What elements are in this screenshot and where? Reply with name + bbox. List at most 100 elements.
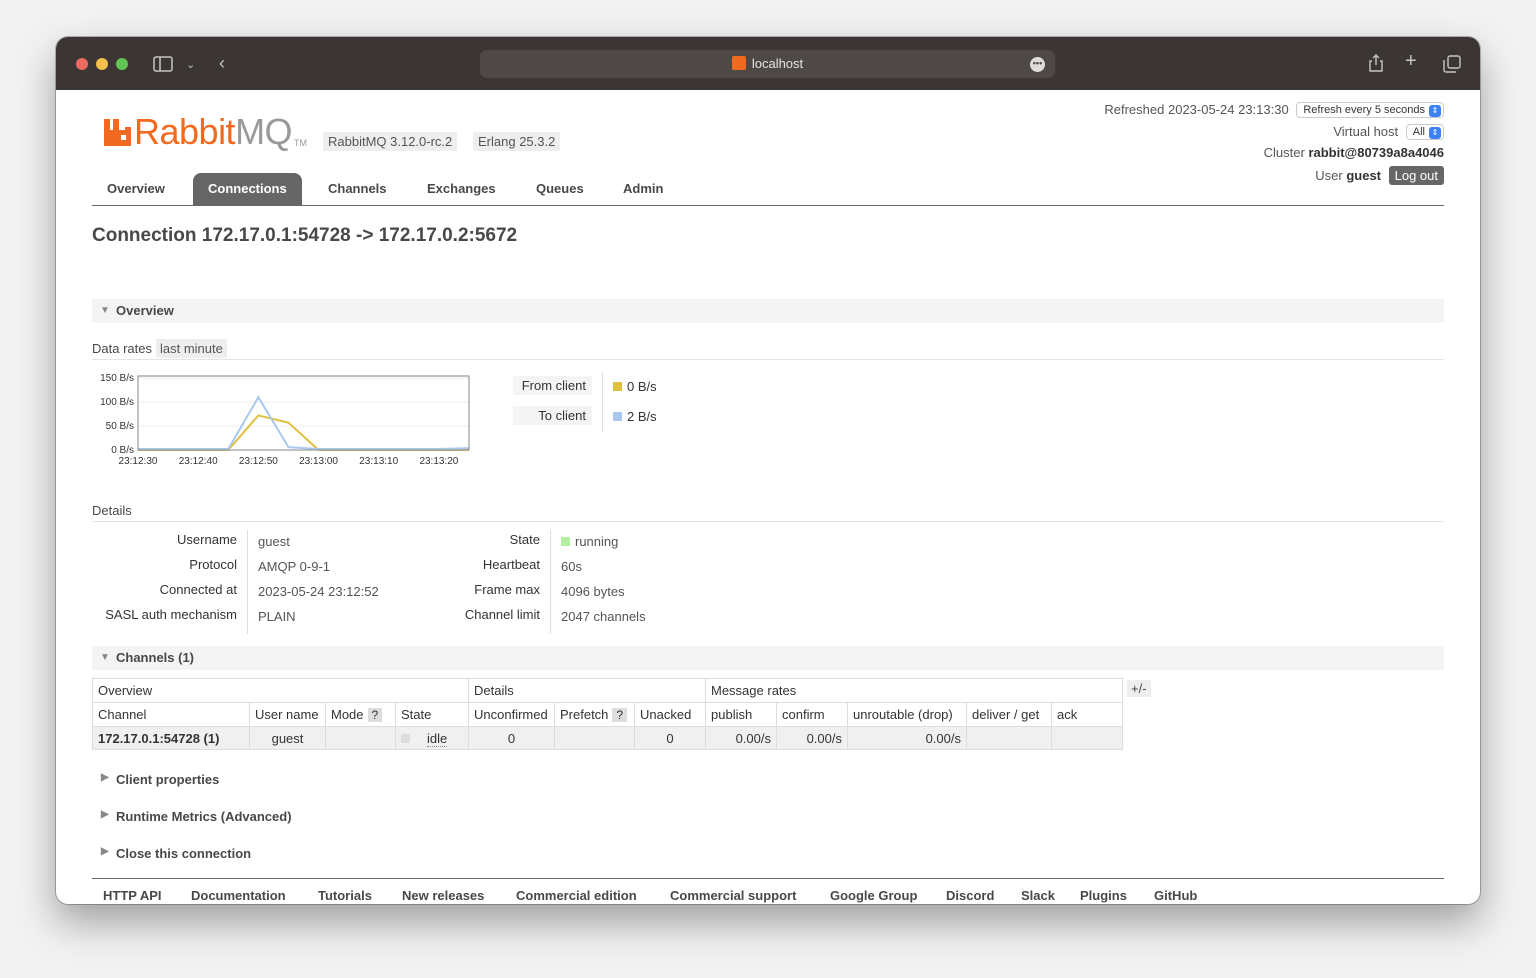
col-user-name[interactable]: User name [249, 702, 326, 727]
cell-confirm: 0.00/s [776, 726, 848, 750]
back-arrow-icon[interactable]: ‹ [219, 54, 225, 72]
footer-link-google-group[interactable]: Google Group [830, 888, 917, 903]
detail-value: 4096 bytes [561, 584, 625, 599]
version-badge: RabbitMQ 3.12.0-rc.2 [323, 132, 458, 151]
col-ack[interactable]: ack [1051, 702, 1123, 727]
rabbitmq-logo-text: RabbitMQ [134, 111, 293, 152]
group-header-message-rates: Message rates [705, 678, 1123, 703]
col-publish[interactable]: publish [705, 702, 777, 727]
x-tick-label: 23:12:30 [119, 456, 158, 467]
new-tab-icon[interactable]: + [1405, 51, 1417, 71]
main-tabs: Overview Connections Channels Exchanges … [92, 173, 1444, 206]
footer-link-plugins[interactable]: Plugins [1080, 888, 1127, 903]
y-tick-label: 0 B/s [111, 445, 134, 456]
sidebar-icon[interactable] [153, 56, 173, 76]
footer-link-documentation[interactable]: Documentation [191, 888, 286, 903]
close-window-button[interactable] [76, 58, 88, 70]
col-channel[interactable]: Channel [92, 702, 250, 727]
tab-overview-icon[interactable] [1443, 55, 1461, 77]
more-icon[interactable]: ••• [1030, 57, 1045, 72]
footer-link-github[interactable]: GitHub [1154, 888, 1197, 903]
range-select[interactable]: last minute [155, 339, 227, 358]
y-tick-label: 150 B/s [100, 373, 134, 384]
help-button[interactable]: ? [367, 708, 383, 722]
tab-queues[interactable]: Queues [521, 173, 599, 205]
x-tick-label: 23:13:00 [299, 456, 338, 467]
refresh-interval-select[interactable]: Refresh every 5 seconds ⇕ [1296, 102, 1444, 118]
col-state[interactable]: State [395, 702, 469, 727]
minimize-window-button[interactable] [96, 58, 108, 70]
refreshed-time: 2023-05-24 23:13:30 [1167, 102, 1289, 117]
vhost-select[interactable]: All ⇕ [1405, 124, 1444, 140]
overview-section-header[interactable]: ▼ Overview [92, 299, 1444, 323]
footer-link-tutorials[interactable]: Tutorials [318, 888, 372, 903]
url-text: localhost [751, 56, 804, 71]
runtime-metrics-section[interactable]: ▶ Runtime Metrics (Advanced) [92, 809, 292, 824]
footer-link-commercial-support[interactable]: Commercial support [670, 888, 796, 903]
cell-unconfirmed: 0 [468, 726, 555, 750]
tab-exchanges[interactable]: Exchanges [412, 173, 511, 205]
footer-link-commercial-edition[interactable]: Commercial edition [516, 888, 637, 903]
channels-section-header[interactable]: ▼ Channels (1) [92, 646, 1444, 670]
detail-label: Username [177, 532, 237, 547]
caret-right-icon: ▶ [101, 809, 109, 820]
col-confirm[interactable]: confirm [776, 702, 848, 727]
select-arrows-icon: ⇕ [1429, 105, 1441, 117]
client-properties-section[interactable]: ▶ Client properties [92, 772, 219, 787]
to-client-line [138, 395, 470, 451]
help-button[interactable]: ? [612, 708, 628, 722]
tab-overview[interactable]: Overview [92, 173, 180, 205]
vhost-row: Virtual host All ⇕ [1333, 124, 1444, 140]
to-client-swatch [613, 412, 622, 421]
x-tick-label: 23:13:10 [359, 456, 398, 467]
col-prefetch[interactable]: Prefetch? [554, 702, 635, 727]
columns-toggle-button[interactable]: +/- [1127, 680, 1151, 697]
tab-admin[interactable]: Admin [608, 173, 678, 205]
x-tick-label: 23:12:40 [179, 456, 218, 467]
cell-prefetch [554, 726, 635, 750]
browser-titlebar: ⌄ ‹ localhost ••• + [56, 37, 1480, 90]
idle-state-swatch [401, 733, 410, 743]
channels-table: Overview Details Message rates Channel U… [92, 678, 1123, 750]
tab-connections[interactable]: Connections [193, 173, 302, 205]
caret-down-icon: ▼ [100, 305, 110, 316]
footer-link-discord[interactable]: Discord [946, 888, 994, 903]
footer-link-new-releases[interactable]: New releases [402, 888, 484, 903]
address-bar[interactable]: localhost ••• [480, 50, 1055, 78]
cluster-name: rabbit@80739a8a4046 [1308, 145, 1444, 160]
legend-from-client: From client [513, 376, 592, 395]
chart-frame [137, 375, 470, 451]
y-tick-label: 50 B/s [106, 421, 134, 432]
cell-unroutable: 0.00/s [847, 726, 967, 750]
col-unconfirmed[interactable]: Unconfirmed [468, 702, 555, 727]
data-rates-chart: 150 B/s 100 B/s 50 B/s 0 B/s23:12:30 23:12:4… [100, 373, 470, 467]
details-divider [247, 530, 248, 634]
detail-value: 2023-05-24 23:12:52 [258, 584, 379, 599]
footer-link-slack[interactable]: Slack [1021, 888, 1055, 903]
close-connection-section[interactable]: ▶ Close this connection [92, 846, 251, 861]
detail-label: Protocol [189, 557, 237, 572]
page-title: Connection 172.17.0.1:54728 -> 172.17.0.… [92, 225, 518, 246]
col-mode[interactable]: Mode? [325, 702, 396, 727]
rabbitmq-favicon-icon [731, 56, 746, 70]
chevron-down-icon[interactable]: ⌄ [186, 57, 195, 73]
col-deliver-get[interactable]: deliver / get [966, 702, 1052, 727]
rabbitmq-logo-icon[interactable] [104, 119, 131, 146]
footer-link-http-api[interactable]: HTTP API [103, 888, 162, 903]
x-tick-label: 23:13:20 [419, 456, 458, 467]
channel-link[interactable]: 172.17.0.1:54728 (1) [92, 726, 250, 750]
erlang-badge: Erlang 25.3.2 [473, 132, 561, 151]
details-header: Details [92, 503, 1444, 522]
x-tick-label: 23:12:50 [239, 456, 278, 467]
detail-value: guest [258, 534, 290, 549]
detail-value: AMQP 0-9-1 [258, 559, 331, 574]
col-unacked[interactable]: Unacked [634, 702, 706, 727]
details-divider [550, 530, 551, 634]
tab-channels[interactable]: Channels [313, 173, 402, 205]
share-icon[interactable] [1368, 54, 1384, 76]
footer: HTTP API Documentation Tutorials New rel… [92, 878, 1444, 903]
running-state-swatch [561, 537, 570, 546]
legend-from-value: 0 B/s [613, 379, 657, 394]
zoom-window-button[interactable] [116, 58, 128, 70]
col-unroutable[interactable]: unroutable (drop) [847, 702, 967, 727]
